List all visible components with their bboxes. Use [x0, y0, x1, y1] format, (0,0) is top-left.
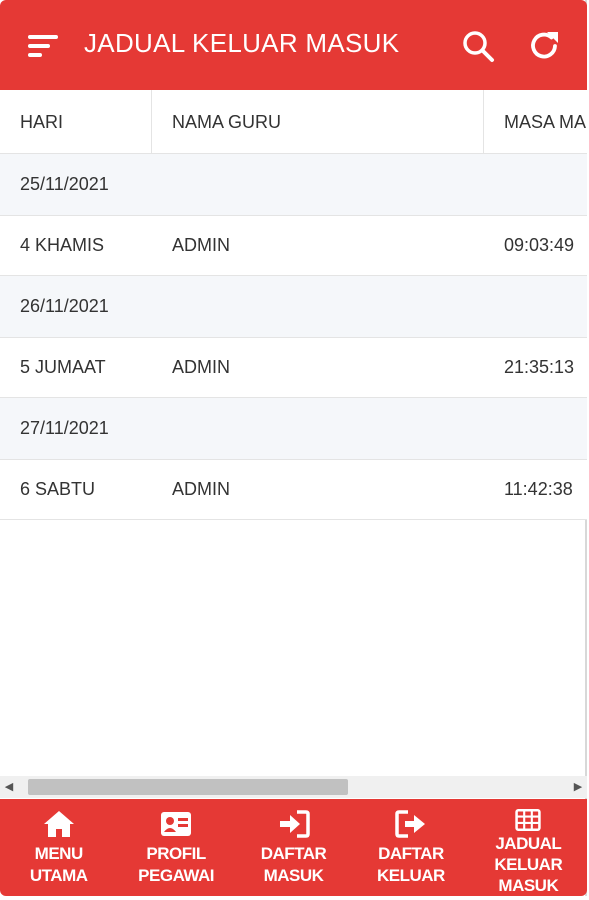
nav-label-line: UTAMA: [29, 866, 88, 885]
sign-out-icon: [395, 810, 425, 838]
cell-masa: 11:42:38: [504, 479, 573, 499]
nav-label-line: PEGAWAI: [138, 866, 215, 885]
nav-label-line: MASUK: [498, 876, 559, 895]
nav-menu-utama[interactable]: MENU UTAMA: [0, 799, 117, 896]
nav-profil-pegawai[interactable]: PROFIL PEGAWAI: [117, 799, 234, 896]
group-date: 27/11/2021: [20, 418, 109, 438]
group-date: 25/11/2021: [20, 174, 109, 194]
cell-hari: 6 SABTU: [20, 479, 96, 499]
cell-masa: 21:35:13: [504, 357, 575, 377]
nav-label-line: MASUK: [263, 866, 324, 885]
nav-label-line: KELUAR: [377, 866, 445, 885]
app-header: JADUAL KELUAR MASUK: [0, 0, 587, 90]
scroll-right-arrow-icon[interactable]: ▶: [569, 776, 587, 798]
table-group-row: 26/11/2021: [0, 276, 587, 338]
nav-daftar-masuk[interactable]: DAFTAR MASUK: [235, 799, 352, 896]
hamburger-menu-icon[interactable]: [28, 35, 58, 59]
table-group-row: 25/11/2021: [0, 154, 587, 216]
refresh-icon[interactable]: [526, 28, 562, 64]
cell-nama-guru: ADMIN: [172, 235, 230, 255]
home-icon: [43, 811, 74, 837]
column-header-nama-guru[interactable]: NAMA GURU: [152, 90, 484, 154]
nav-label-line: MENU: [34, 844, 84, 863]
search-icon[interactable]: [460, 28, 496, 64]
id-card-icon: [161, 812, 192, 836]
cell-nama-guru: ADMIN: [172, 357, 230, 377]
nav-label-line: DAFTAR: [260, 844, 327, 863]
nav-daftar-keluar[interactable]: DAFTAR KELUAR: [352, 799, 469, 896]
table-grid-icon: [515, 809, 542, 831]
group-date: 26/11/2021: [20, 296, 109, 316]
cell-masa: 09:03:49: [504, 235, 575, 255]
nav-label-line: JADUAL: [495, 834, 562, 853]
column-header-masa[interactable]: MASA MA: [484, 90, 587, 154]
cell-nama-guru: ADMIN: [172, 479, 230, 499]
sign-in-icon: [279, 810, 310, 838]
nav-jadual-keluar-masuk[interactable]: JADUAL KELUAR MASUK: [470, 799, 587, 896]
page-title: JADUAL KELUAR MASUK: [84, 28, 400, 58]
horizontal-scrollbar[interactable]: ◀ ▶: [0, 776, 587, 798]
table-row[interactable]: 6 SABTU ADMIN 11:42:38: [0, 460, 587, 520]
scroll-left-arrow-icon[interactable]: ◀: [0, 776, 18, 798]
table-header: HARI NAMA GURU MASA MA: [0, 90, 587, 154]
column-header-hari[interactable]: HARI: [0, 90, 152, 154]
nav-label-line: KELUAR: [494, 855, 563, 874]
schedule-table[interactable]: HARI NAMA GURU MASA MA 25/11/2021 4 KHAM…: [0, 90, 587, 776]
app-window: JADUAL KELUAR MASUK HARI NAMA GURU MASA …: [0, 0, 587, 896]
cell-hari: 5 JUMAAT: [20, 357, 106, 377]
table-group-row: 27/11/2021: [0, 398, 587, 460]
bottom-navigation: MENU UTAMA PROFIL PEGAWAI DAFTAR MASUK D…: [0, 799, 587, 896]
cell-hari: 4 KHAMIS: [20, 235, 105, 255]
table-row[interactable]: 5 JUMAAT ADMIN 21:35:13: [0, 338, 587, 398]
table-row[interactable]: 4 KHAMIS ADMIN 09:03:49: [0, 216, 587, 276]
nav-label-line: PROFIL: [146, 844, 206, 863]
scrollbar-thumb[interactable]: [28, 779, 348, 795]
nav-label-line: DAFTAR: [378, 844, 444, 863]
